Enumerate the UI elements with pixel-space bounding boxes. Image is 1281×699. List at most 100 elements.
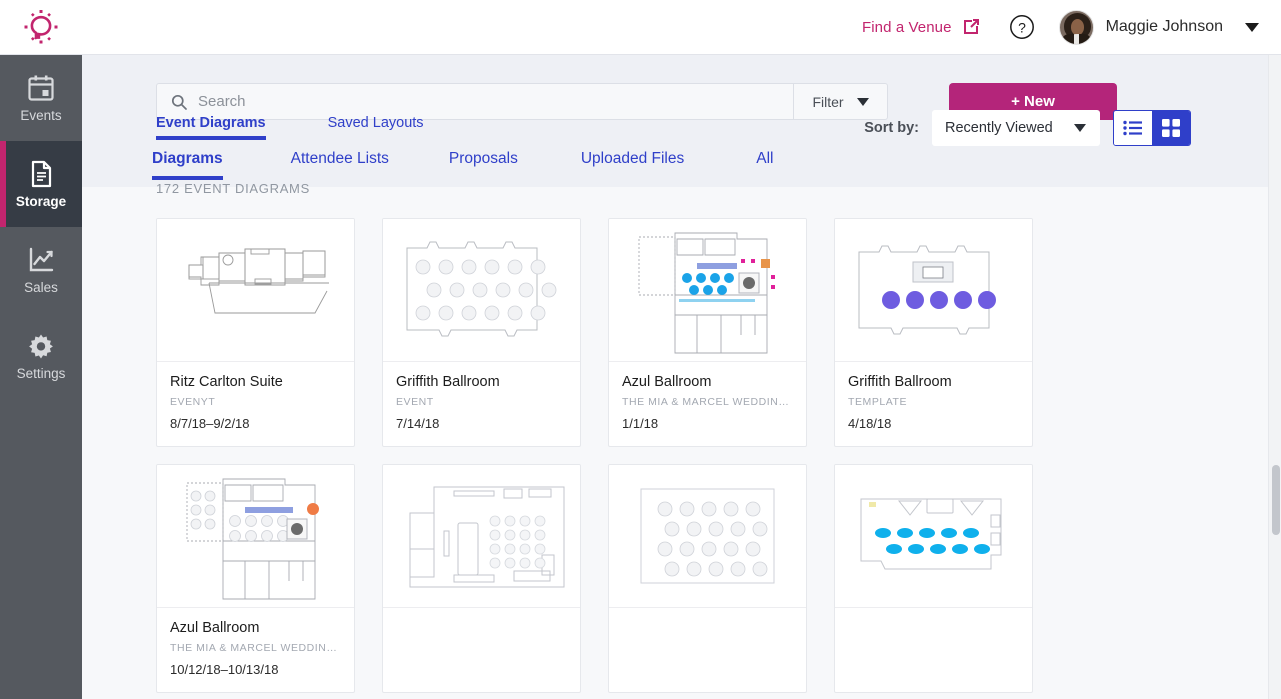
lightbulb-idea-icon xyxy=(24,10,58,44)
calendar-icon xyxy=(28,75,54,101)
hall-numbered-tables-icon xyxy=(640,488,775,584)
sidebar-item-settings[interactable]: Settings xyxy=(0,313,82,399)
subtab-saved-layouts[interactable]: Saved Layouts xyxy=(328,115,424,140)
tab-proposals[interactable]: Proposals xyxy=(449,150,518,180)
diagram-card[interactable]: Ritz Carlton Suite EVENYT 8/7/18–9/2/18 xyxy=(156,218,355,447)
chevron-down-icon xyxy=(1074,124,1086,132)
main-content: Filter + New Diagrams Attendee Lists Pro… xyxy=(82,55,1281,699)
sidebar-item-storage[interactable]: Storage xyxy=(0,141,82,227)
gear-icon xyxy=(29,334,53,359)
diagram-card[interactable] xyxy=(834,464,1033,693)
subtab-label: Event Diagrams xyxy=(156,115,266,131)
subtab-label: Saved Layouts xyxy=(327,115,424,131)
user-name: Maggie Johnson xyxy=(1105,18,1223,35)
diagram-card-body: Griffith Ballroom TEMPLATE 4/18/18 xyxy=(835,362,1032,446)
sort-by-label: Sort by: xyxy=(864,120,919,136)
diagram-thumbnail xyxy=(383,219,580,362)
sort-controls: Sort by: Recently Viewed xyxy=(864,110,1191,146)
tab-uploaded-files[interactable]: Uploaded Files xyxy=(581,150,684,180)
document-icon xyxy=(31,160,52,188)
venue-blue-tables-icon xyxy=(638,232,775,353)
floorplan-detail-icon xyxy=(409,486,565,588)
scrollbar-thumb[interactable] xyxy=(1272,465,1280,535)
chevron-down-icon[interactable] xyxy=(1245,22,1259,32)
top-bar: Find a Venue ? Maggie Johnson xyxy=(0,0,1281,55)
sidebar-item-label: Events xyxy=(20,108,62,123)
diagram-card[interactable]: Azul Ballroom THE MIA & MARCEL WEDDING… … xyxy=(608,218,807,447)
diagram-card[interactable] xyxy=(382,464,581,693)
view-toggle xyxy=(1113,110,1191,146)
tab-label: All xyxy=(756,150,774,167)
diagram-card-body: Azul Ballroom THE MIA & MARCEL WEDDING… … xyxy=(157,608,354,692)
app-root: Find a Venue ? Maggie Johnson Events Sto… xyxy=(0,0,1281,699)
diagram-card[interactable] xyxy=(608,464,807,693)
external-link-icon xyxy=(963,19,979,34)
grid-view-icon xyxy=(1162,119,1180,137)
diagram-subtitle: THE MIA & MARCEL WEDDING… xyxy=(170,642,341,654)
diagram-card[interactable]: Griffith Ballroom TEMPLATE 4/18/18 xyxy=(834,218,1033,447)
vertical-scrollbar[interactable] xyxy=(1268,55,1281,699)
diagram-thumbnail xyxy=(835,465,1032,608)
diagram-title: Azul Ballroom xyxy=(622,374,712,390)
sidebar: Events Storage Sales Settings xyxy=(0,55,82,699)
secondary-tabs: Event Diagrams Saved Layouts xyxy=(156,115,424,140)
diagram-title: Ritz Carlton Suite xyxy=(170,374,283,390)
sidebar-item-label: Settings xyxy=(16,366,66,381)
diagram-card-body: Ritz Carlton Suite EVENYT 8/7/18–9/2/18 xyxy=(157,362,354,446)
results-count: 172 EVENT DIAGRAMS xyxy=(156,181,310,196)
list-view-button[interactable] xyxy=(1114,111,1152,145)
diagram-subtitle: EVENYT xyxy=(170,396,216,408)
diagram-card[interactable]: Azul Ballroom THE MIA & MARCEL WEDDING… … xyxy=(156,464,355,693)
diagram-title: Griffith Ballroom xyxy=(848,374,952,390)
app-logo[interactable] xyxy=(0,9,82,45)
line-chart-icon xyxy=(29,247,54,272)
diagram-subtitle: EVENT xyxy=(396,396,434,408)
diagram-date: 4/18/18 xyxy=(848,416,892,431)
tab-all[interactable]: All xyxy=(756,150,773,180)
tab-attendee-lists[interactable]: Attendee Lists xyxy=(291,150,389,180)
avatar-shoulder-right xyxy=(1078,33,1091,44)
list-view-icon xyxy=(1123,120,1142,136)
sort-dropdown[interactable]: Recently Viewed xyxy=(932,110,1100,146)
diagram-subtitle: THE MIA & MARCEL WEDDING… xyxy=(622,396,793,408)
search-icon xyxy=(171,94,187,110)
grid-view-button[interactable] xyxy=(1152,111,1190,145)
sort-value: Recently Viewed xyxy=(945,120,1053,136)
search-input[interactable] xyxy=(196,92,756,111)
ballroom-purple-tables-icon xyxy=(858,245,996,334)
venue-gray-tables-icon xyxy=(186,478,319,599)
diagram-thumbnail xyxy=(609,465,806,608)
diagram-card-body xyxy=(609,608,806,649)
diagram-card[interactable]: Griffith Ballroom EVENT 7/14/18 xyxy=(382,218,581,447)
sidebar-item-sales[interactable]: Sales xyxy=(0,227,82,313)
find-a-venue-label: Find a Venue xyxy=(861,18,952,36)
tab-label: Diagrams xyxy=(152,150,223,167)
avatar-shoulder-left xyxy=(1061,33,1074,44)
diagram-date: 1/1/18 xyxy=(622,416,659,431)
avatar[interactable] xyxy=(1058,9,1094,45)
hall-cyan-tables-icon xyxy=(860,498,1002,570)
diagram-card-body: Azul Ballroom THE MIA & MARCEL WEDDING… … xyxy=(609,362,806,446)
tab-label: Proposals xyxy=(448,150,518,167)
sidebar-item-label: Storage xyxy=(15,194,67,209)
floorplan-outline-icon xyxy=(188,248,329,314)
diagram-date: 10/12/18–10/13/18 xyxy=(170,662,279,677)
ballroom-round-tables-icon xyxy=(406,241,557,337)
find-a-venue-link[interactable]: Find a Venue xyxy=(862,17,981,37)
diagram-date: 8/7/18–9/2/18 xyxy=(170,416,250,431)
tab-diagrams[interactable]: Diagrams xyxy=(152,150,223,180)
chevron-down-icon xyxy=(856,97,869,106)
subtab-event-diagrams[interactable]: Event Diagrams xyxy=(156,115,266,140)
svg-text:?: ? xyxy=(1018,19,1026,35)
tab-label: Uploaded Files xyxy=(580,150,685,167)
diagram-card-grid: Ritz Carlton Suite EVENYT 8/7/18–9/2/18 xyxy=(156,218,1204,699)
filter-label: Filter xyxy=(812,93,844,110)
diagram-date: 7/14/18 xyxy=(396,416,440,431)
diagram-subtitle: TEMPLATE xyxy=(848,396,908,408)
diagram-thumbnail xyxy=(383,465,580,608)
help-circle-icon[interactable]: ? xyxy=(1009,14,1035,40)
avatar-face xyxy=(1070,18,1084,35)
diagram-title: Azul Ballroom xyxy=(170,620,260,636)
sidebar-item-events[interactable]: Events xyxy=(0,55,82,141)
diagram-thumbnail xyxy=(157,465,354,608)
